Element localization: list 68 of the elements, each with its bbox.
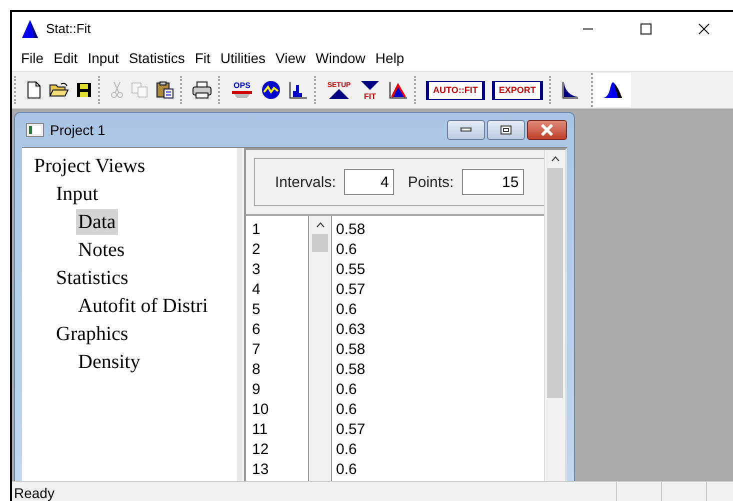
maximize-icon: [640, 22, 652, 34]
row-number: 3: [252, 260, 262, 280]
row-number: 1: [252, 220, 262, 240]
close-icon: [540, 124, 554, 136]
menu-item[interactable]: Window: [310, 50, 370, 66]
close-icon: [698, 22, 710, 34]
table-cell-text: 0.6: [336, 400, 358, 420]
tree-item[interactable]: Density: [76, 349, 142, 375]
row-number: 10: [252, 400, 270, 420]
scroll-up-icon[interactable]: [316, 222, 324, 228]
field-label: Intervals:: [275, 174, 336, 190]
input-field[interactable]: 15: [462, 169, 524, 195]
row-number: 6: [252, 320, 262, 340]
scrollbar-thumb[interactable]: [547, 168, 563, 398]
tree-item[interactable]: Autofit of Distri: [76, 293, 210, 319]
row-number: 12: [252, 440, 270, 460]
row-number: 5: [252, 300, 262, 320]
row-number: 4: [252, 280, 262, 300]
scrollbar[interactable]: [544, 150, 565, 481]
minimize-icon: [460, 127, 472, 133]
menu-item[interactable]: View: [270, 50, 311, 66]
tree-item[interactable]: Project Views: [32, 153, 148, 179]
row-number: 2: [252, 240, 262, 260]
table-cell-text: 0.57: [336, 420, 366, 440]
menu-item[interactable]: Fit: [190, 50, 216, 66]
table-cell-text: 0.55: [336, 260, 366, 280]
close-button[interactable]: [527, 120, 567, 140]
toolbar-button[interactable]: EXPORT: [492, 80, 543, 100]
scrollbar-thumb[interactable]: [312, 234, 328, 252]
document-icon: [26, 123, 44, 137]
table-cell-text: 0.6: [336, 240, 358, 260]
menu-item[interactable]: Utilities: [215, 50, 271, 66]
menu-item[interactable]: Help: [370, 50, 410, 66]
minimize-button[interactable]: [447, 120, 485, 140]
row-number: 11: [252, 420, 269, 440]
table-cell-text: 0.6: [336, 380, 358, 400]
restore-button[interactable]: [487, 120, 525, 140]
app-logo-icon: [20, 18, 40, 38]
tree-item[interactable]: Data: [76, 209, 118, 235]
child-window-title: Project 1: [50, 122, 106, 138]
row-number: 9: [252, 380, 262, 400]
table-cell-text: 0.57: [336, 280, 366, 300]
table-cell-text: 0.63: [336, 320, 366, 340]
menu-item[interactable]: Edit: [48, 50, 83, 66]
table-cell-text: 0.6: [336, 440, 358, 460]
table-cell-text: 0.58: [336, 220, 366, 240]
table-cell-text: 0.58: [336, 360, 366, 380]
window-title: Stat::Fit: [46, 21, 91, 36]
scrollbar[interactable]: [309, 216, 331, 481]
input-field[interactable]: 4: [344, 169, 394, 195]
menu-item[interactable]: Statistics: [124, 50, 190, 66]
table-cell-text: 0.6: [336, 300, 358, 320]
toolbar-button[interactable]: AUTO::FIT: [426, 80, 485, 100]
table-cell-text: 0.58: [336, 340, 366, 360]
row-number: 8: [252, 360, 262, 380]
tree-item[interactable]: Input: [54, 181, 100, 207]
tree-item[interactable]: Graphics: [54, 321, 130, 347]
status-text: Ready: [13, 484, 56, 500]
field-label: Points:: [408, 174, 454, 190]
tree-item[interactable]: Statistics: [54, 265, 130, 291]
row-number: 13: [252, 460, 270, 480]
restore-icon: [500, 125, 512, 135]
menu-item[interactable]: File: [16, 50, 49, 66]
table-cell-text: 0.6: [336, 460, 358, 480]
scroll-up-icon[interactable]: [550, 156, 560, 162]
tree-item[interactable]: Notes: [76, 237, 127, 263]
menu-item[interactable]: Input: [82, 50, 124, 66]
row-number: 7: [252, 340, 262, 360]
